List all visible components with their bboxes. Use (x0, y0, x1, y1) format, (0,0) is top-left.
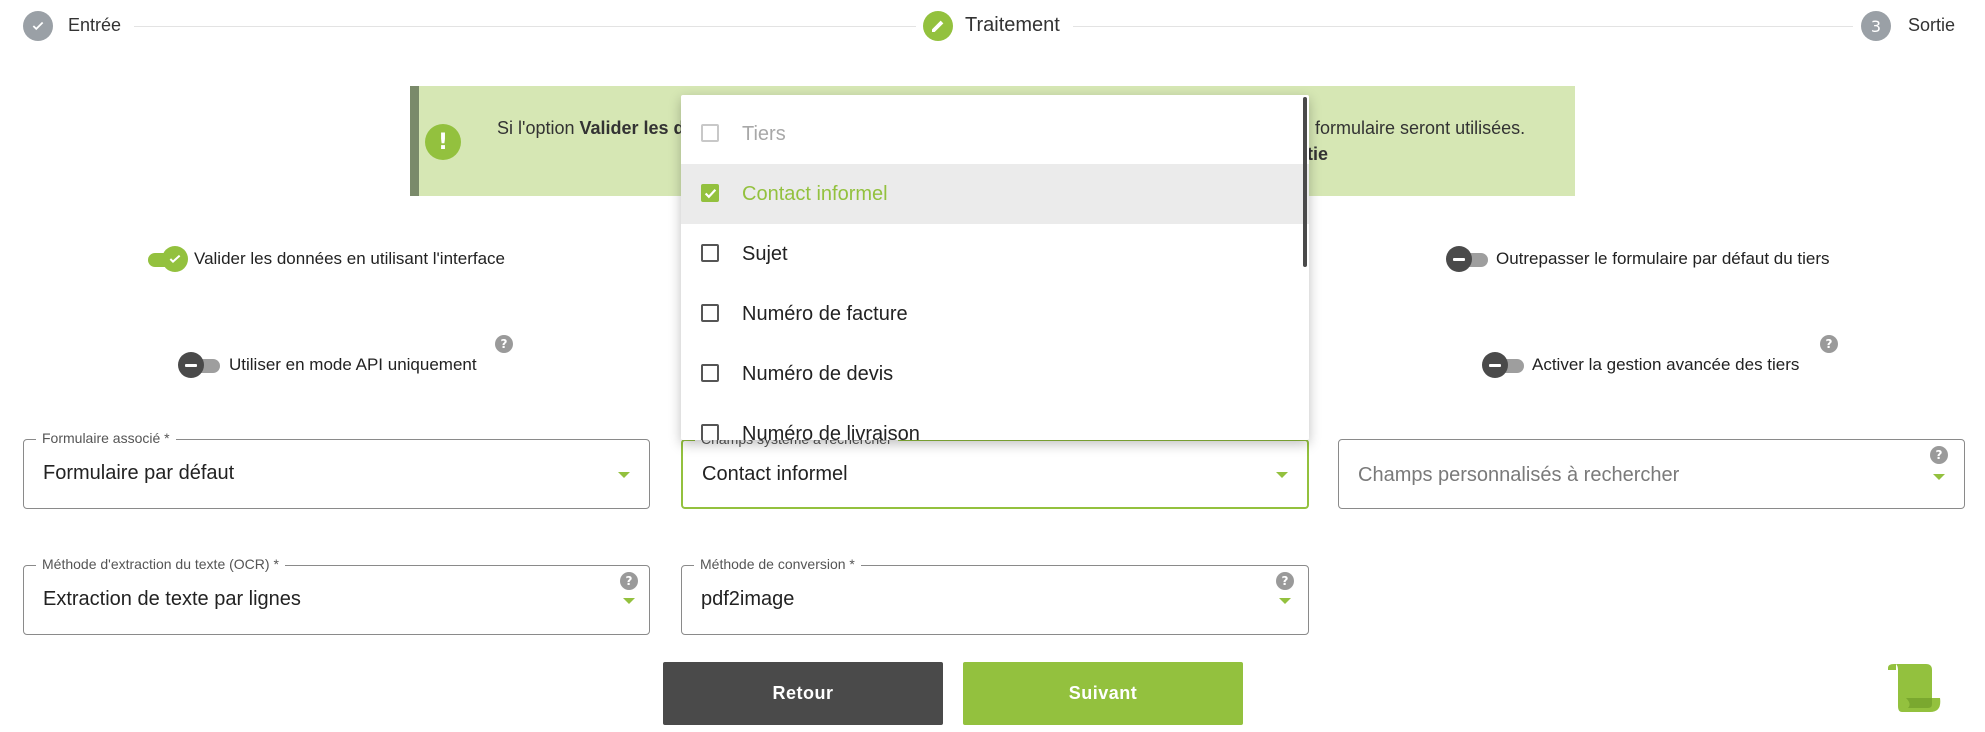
help-icon[interactable]: ? (620, 572, 638, 590)
dropdown-option-numero-livraison[interactable]: Numéro de livraison (681, 404, 1309, 440)
custom-fields-placeholder: Champs personnalisés à rechercher (1358, 464, 1680, 486)
back-button[interactable]: Retour (663, 662, 943, 725)
dropdown-option-contact-informel[interactable]: Contact informel (681, 164, 1309, 224)
toggle-advanced-tiers-label: Activer la gestion avancée des tiers (1532, 355, 1800, 374)
toggle-override-form-label: Outrepasser le formulaire par défaut du … (1496, 249, 1830, 268)
chevron-down-icon (623, 598, 635, 604)
dropdown-option-label: Numéro de livraison (742, 423, 920, 440)
dropdown-option-tiers: Tiers (681, 104, 1309, 164)
help-icon[interactable]: ? (495, 335, 513, 353)
step-number: 3 (1870, 16, 1882, 36)
step-sortie-number[interactable]: 3 (1861, 11, 1891, 41)
step-label-entree[interactable]: Entrée (68, 15, 121, 36)
help-icon[interactable]: ? (1820, 335, 1838, 353)
dropdown-option-sujet[interactable]: Sujet (681, 224, 1309, 284)
conversion-method-select[interactable]: Méthode de conversion * pdf2image ? (681, 556, 1309, 635)
banner-line-1-right: u formulaire seront utilisées. (1300, 118, 1526, 138)
banner-text-bold: Valider les d (579, 118, 685, 138)
next-button[interactable]: Suivant (963, 662, 1243, 725)
checkbox (701, 124, 719, 142)
scroll-icon[interactable] (1884, 662, 1944, 714)
dropdown-option-label: Numéro de devis (742, 363, 894, 385)
conversion-method-value: pdf2image (701, 588, 795, 610)
custom-fields-select[interactable]: Champs personnalisés à rechercher ? (1338, 439, 1965, 509)
system-fields-select[interactable]: Champs système à rechercher Contact info… (681, 431, 1309, 509)
dropdown-scrollbar[interactable] (1303, 97, 1307, 267)
checkbox[interactable] (701, 424, 719, 440)
step-label-sortie[interactable]: Sortie (1908, 15, 1955, 36)
toggle-validate-ui-label: Valider les données en utilisant l'inter… (194, 249, 506, 268)
dropdown-option-label: Numéro de facture (742, 303, 908, 325)
toggle-knob (178, 352, 204, 378)
dropdown-option-label: Sujet (742, 243, 788, 265)
toggle-validate-ui[interactable] (142, 246, 188, 272)
form-select-label: Formulaire associé * (36, 430, 176, 446)
step-label-traitement[interactable]: Traitement (965, 14, 1060, 37)
dropdown-option-numero-devis[interactable]: Numéro de devis (681, 344, 1309, 404)
toggle-advanced-tiers[interactable] (1482, 352, 1526, 378)
conversion-method-label: Méthode de conversion * (694, 556, 861, 572)
ocr-method-select[interactable]: Méthode d'extraction du texte (OCR) * Ex… (23, 556, 650, 635)
dropdown-option-label: Tiers (742, 123, 786, 145)
help-icon[interactable]: ? (1930, 446, 1948, 464)
chevron-down-icon (1279, 598, 1291, 604)
dropdown-option-numero-facture[interactable]: Numéro de facture (681, 284, 1309, 344)
toggle-api-only[interactable] (178, 352, 222, 378)
check-icon (704, 188, 717, 199)
banner-line-1-left: Si l'option Valider les d (497, 118, 685, 139)
checkbox[interactable] (701, 304, 719, 322)
checkbox[interactable] (701, 184, 719, 202)
ocr-method-label: Méthode d'extraction du texte (OCR) * (36, 556, 285, 572)
toggle-knob (162, 246, 188, 272)
checkbox[interactable] (701, 364, 719, 382)
step-connector (134, 26, 916, 27)
step-connector (1073, 26, 1853, 27)
dropdown-option-label: Contact informel (742, 183, 888, 205)
toggle-api-only-label: Utiliser en mode API uniquement (229, 355, 477, 374)
form-select-value: Formulaire par défaut (43, 462, 235, 484)
toggle-knob (1446, 246, 1472, 272)
exclamation-icon: ! (425, 124, 461, 160)
toggle-override-form[interactable] (1446, 246, 1490, 272)
form-select[interactable]: Formulaire associé * Formulaire par défa… (23, 430, 650, 509)
step-traitement-active-icon[interactable] (923, 11, 953, 41)
banner-text-prefix: Si l'option (497, 118, 580, 138)
toggle-knob (1482, 352, 1508, 378)
check-icon (169, 254, 181, 264)
help-icon[interactable]: ? (1276, 572, 1294, 590)
chevron-down-icon (1276, 472, 1288, 478)
check-icon (32, 21, 44, 31)
chevron-down-icon (1933, 474, 1945, 480)
checkbox[interactable] (701, 244, 719, 262)
system-fields-select-value: Contact informel (702, 463, 848, 485)
pencil-icon (932, 20, 944, 32)
step-entree-done-icon[interactable] (23, 11, 53, 41)
scroll-logo-shape (1888, 664, 1941, 712)
system-fields-dropdown: Tiers Contact informel Sujet Numéro de f… (681, 95, 1309, 440)
ocr-method-value: Extraction de texte par lignes (43, 588, 301, 610)
chevron-down-icon (618, 472, 630, 478)
